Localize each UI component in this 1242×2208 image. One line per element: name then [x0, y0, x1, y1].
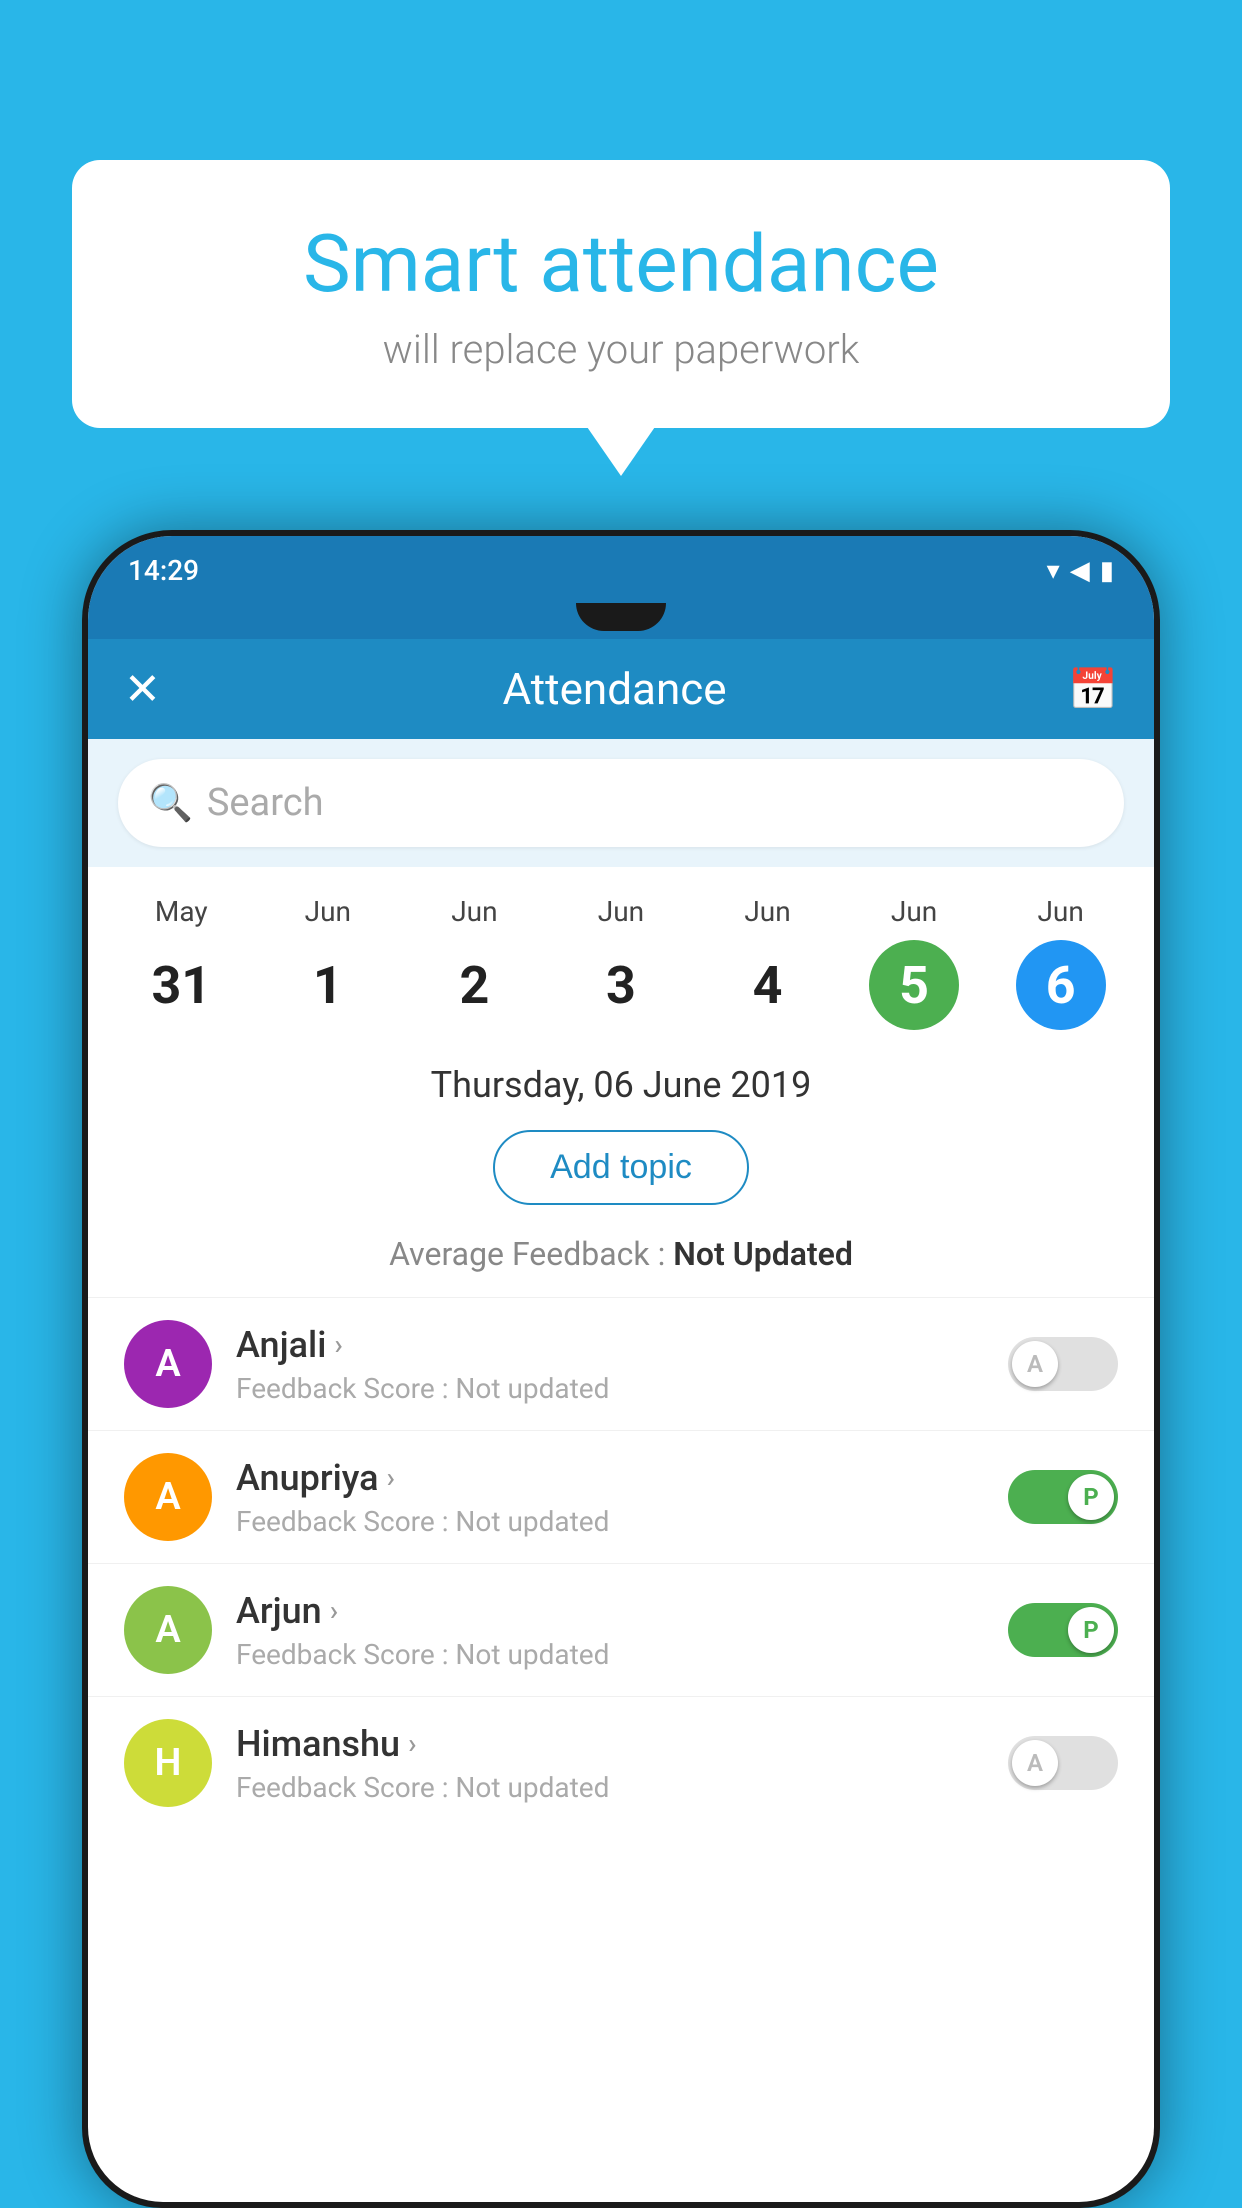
student-item[interactable]: A Anupriya › Feedback Score : Not update… — [88, 1430, 1154, 1563]
student-item[interactable]: H Himanshu › Feedback Score : Not update… — [88, 1696, 1154, 1829]
calendar-day[interactable]: May 31 — [131, 895, 231, 1030]
average-feedback: Average Feedback : Not Updated — [88, 1225, 1154, 1297]
app-title: Attendance — [161, 663, 1068, 715]
student-list: A Anjali › Feedback Score : Not updated … — [88, 1297, 1154, 1829]
student-name: Arjun › — [236, 1590, 984, 1632]
status-time: 14:29 — [128, 554, 199, 587]
student-avatar: A — [124, 1586, 212, 1674]
toggle-thumb: A — [1012, 1740, 1058, 1786]
cal-date-number: 3 — [576, 940, 666, 1030]
cal-month-label: Jun — [305, 895, 351, 928]
signal-icon: ◀ — [1070, 556, 1090, 586]
bubble-subtitle: will replace your paperwork — [122, 326, 1120, 373]
student-name: Anupriya › — [236, 1457, 984, 1499]
calendar-day[interactable]: Jun 6 — [1011, 895, 1111, 1030]
close-button[interactable]: ✕ — [124, 663, 161, 715]
cal-month-label: Jun — [598, 895, 644, 928]
cal-month-label: Jun — [1037, 895, 1083, 928]
toggle-container[interactable]: P — [1008, 1470, 1118, 1524]
speech-bubble: Smart attendance will replace your paper… — [72, 160, 1170, 428]
calendar-day[interactable]: Jun 2 — [424, 895, 524, 1030]
cal-date-number: 6 — [1016, 940, 1106, 1030]
chevron-right-icon: › — [408, 1727, 416, 1760]
student-info: Arjun › Feedback Score : Not updated — [236, 1590, 984, 1671]
battery-icon: ▮ — [1100, 556, 1114, 586]
student-name: Anjali › — [236, 1324, 984, 1366]
student-item[interactable]: A Arjun › Feedback Score : Not updated P — [88, 1563, 1154, 1696]
cal-date-number: 5 — [869, 940, 959, 1030]
search-bar[interactable]: 🔍 Search — [118, 759, 1124, 847]
status-icons: ▾ ◀ ▮ — [1047, 556, 1114, 586]
calendar-strip[interactable]: May 31 Jun 1 Jun 2 Jun 3 Jun 4 Jun 5 Jun… — [88, 867, 1154, 1040]
wifi-icon: ▾ — [1047, 556, 1060, 586]
student-name: Himanshu › — [236, 1723, 984, 1765]
student-feedback: Feedback Score : Not updated — [236, 1771, 984, 1804]
bubble-title: Smart attendance — [122, 220, 1120, 308]
student-item[interactable]: A Anjali › Feedback Score : Not updated … — [88, 1297, 1154, 1430]
cal-date-number: 4 — [723, 940, 813, 1030]
calendar-day[interactable]: Jun 1 — [278, 895, 378, 1030]
calendar-day[interactable]: Jun 4 — [718, 895, 818, 1030]
phone-screen: 14:29 ▾ ◀ ▮ ✕ Attendance 📅 🔍 Search — [88, 536, 1154, 2202]
search-icon: 🔍 — [148, 782, 193, 824]
calendar-day[interactable]: Jun 5 — [864, 895, 964, 1030]
cal-date-number: 31 — [136, 940, 226, 1030]
cal-month-label: Jun — [451, 895, 497, 928]
notch-area — [88, 603, 1154, 639]
search-placeholder: Search — [207, 781, 324, 825]
add-topic-container: Add topic — [88, 1116, 1154, 1225]
phone-frame: 14:29 ▾ ◀ ▮ ✕ Attendance 📅 🔍 Search — [82, 530, 1160, 2208]
add-topic-button[interactable]: Add topic — [493, 1130, 749, 1205]
calendar-icon[interactable]: 📅 — [1068, 666, 1118, 713]
toggle-thumb: P — [1068, 1474, 1114, 1520]
student-info: Himanshu › Feedback Score : Not updated — [236, 1723, 984, 1804]
cal-date-number: 2 — [429, 940, 519, 1030]
cal-month-label: Jun — [891, 895, 937, 928]
avg-feedback-value: Not Updated — [673, 1235, 853, 1273]
attendance-toggle-off[interactable]: A — [1008, 1736, 1118, 1790]
student-info: Anjali › Feedback Score : Not updated — [236, 1324, 984, 1405]
camera-notch — [576, 603, 666, 631]
search-container: 🔍 Search — [88, 739, 1154, 867]
chevron-right-icon: › — [387, 1461, 395, 1494]
student-avatar: A — [124, 1320, 212, 1408]
chevron-right-icon: › — [330, 1594, 338, 1627]
attendance-toggle-off[interactable]: A — [1008, 1337, 1118, 1391]
status-bar: 14:29 ▾ ◀ ▮ — [88, 536, 1154, 603]
cal-date-number: 1 — [283, 940, 373, 1030]
toggle-thumb: P — [1068, 1607, 1114, 1653]
app-header: ✕ Attendance 📅 — [88, 639, 1154, 739]
toggle-container[interactable]: A — [1008, 1337, 1118, 1391]
student-feedback: Feedback Score : Not updated — [236, 1372, 984, 1405]
speech-bubble-container: Smart attendance will replace your paper… — [72, 160, 1170, 428]
student-info: Anupriya › Feedback Score : Not updated — [236, 1457, 984, 1538]
toggle-thumb: A — [1012, 1341, 1058, 1387]
selected-date-label: Thursday, 06 June 2019 — [88, 1040, 1154, 1116]
student-avatar: A — [124, 1453, 212, 1541]
student-feedback: Feedback Score : Not updated — [236, 1638, 984, 1671]
student-feedback: Feedback Score : Not updated — [236, 1505, 984, 1538]
cal-month-label: Jun — [744, 895, 790, 928]
attendance-toggle-on[interactable]: P — [1008, 1603, 1118, 1657]
toggle-container[interactable]: P — [1008, 1603, 1118, 1657]
cal-month-label: May — [155, 895, 208, 928]
student-avatar: H — [124, 1719, 212, 1807]
calendar-day[interactable]: Jun 3 — [571, 895, 671, 1030]
toggle-container[interactable]: A — [1008, 1736, 1118, 1790]
chevron-right-icon: › — [334, 1328, 342, 1361]
attendance-toggle-on[interactable]: P — [1008, 1470, 1118, 1524]
avg-feedback-label: Average Feedback : — [389, 1235, 665, 1273]
